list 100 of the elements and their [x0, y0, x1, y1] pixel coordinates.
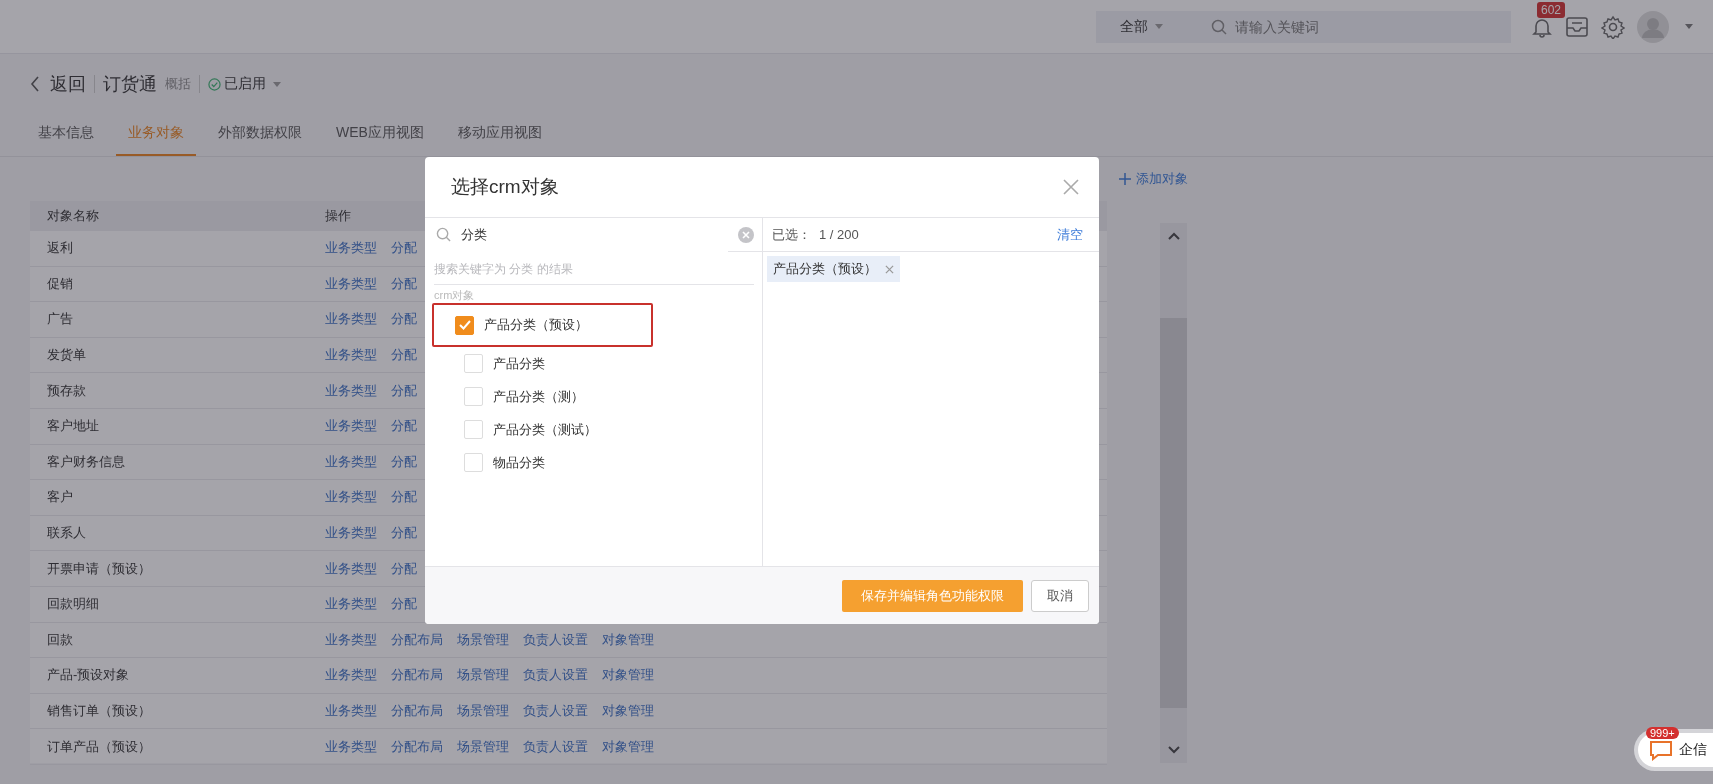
table-cell-text: 客户地址 — [46, 417, 100, 436]
search-icon — [1211, 18, 1227, 35]
tab[interactable]: WEB应用视图 — [324, 112, 436, 156]
action-link[interactable]: 场景管理 — [457, 666, 509, 685]
table-cell-text: 客户财务信息 — [46, 452, 126, 471]
checkbox[interactable] — [455, 315, 474, 335]
action-link[interactable]: 分配 — [391, 310, 417, 329]
option-item[interactable]: 产品分类 — [464, 354, 545, 373]
save-button[interactable]: 保存并编辑角色功能权限 — [842, 579, 1023, 612]
action-link[interactable]: 分配 — [391, 488, 417, 507]
table-cell-text: 广告 — [46, 310, 74, 329]
tab[interactable]: 外部数据权限 — [206, 112, 314, 156]
table-cell-text: 开票申请（预设） — [46, 559, 152, 578]
selected-count: 1 / 200 — [819, 227, 859, 242]
close-icon[interactable] — [1063, 179, 1079, 195]
inbox-icon[interactable] — [1565, 15, 1589, 38]
action-link[interactable]: 负责人设置 — [523, 737, 588, 756]
action-link[interactable]: 业务类型 — [325, 524, 377, 543]
clear-link[interactable]: 清空 — [1057, 225, 1083, 244]
action-link[interactable]: 场景管理 — [457, 702, 509, 720]
scrollbar[interactable] — [1160, 223, 1187, 763]
unread-badge: 999+ — [1646, 727, 1679, 739]
action-link[interactable]: 业务类型 — [325, 666, 377, 685]
table-cell-text: 回款 — [46, 630, 74, 649]
action-link[interactable]: 分配 — [391, 559, 417, 578]
column-header: 操作 — [325, 207, 351, 225]
chat-bubble-icon — [1648, 739, 1674, 761]
scroll-up-icon[interactable] — [1166, 231, 1181, 241]
status-dropdown[interactable]: 已启用 — [208, 75, 281, 93]
action-link[interactable]: 分配 — [391, 346, 417, 365]
tab[interactable]: 移动应用视图 — [445, 112, 554, 156]
table-cell-text: 促销 — [46, 274, 74, 293]
add-object-button[interactable]: 添加对象 — [1119, 170, 1188, 188]
selected-chip: 产品分类（预设） — [767, 256, 900, 282]
table-cell-text: 联系人 — [46, 524, 87, 543]
action-link[interactable]: 业务类型 — [325, 702, 377, 720]
action-link[interactable]: 对象管理 — [602, 737, 654, 756]
action-link[interactable]: 业务类型 — [325, 381, 377, 400]
table-cell-text: 销售订单（预设） — [46, 702, 152, 720]
table-cell-text: 回款明细 — [46, 595, 100, 614]
action-link[interactable]: 业务类型 — [325, 239, 377, 258]
back-button[interactable]: 返回 — [30, 72, 86, 96]
action-link[interactable]: 业务类型 — [325, 737, 377, 756]
action-link[interactable]: 分配布局 — [391, 666, 443, 685]
result-hint: 搜索关键字为 分类 的结果 — [433, 261, 574, 278]
action-link[interactable]: 负责人设置 — [523, 702, 588, 720]
table-cell-text: 发货单 — [46, 346, 87, 365]
action-link[interactable]: 分配 — [391, 274, 417, 293]
action-link[interactable]: 负责人设置 — [523, 630, 588, 649]
table-cell-text: 产品-预设对象 — [46, 666, 131, 685]
scroll-down-icon[interactable] — [1166, 745, 1181, 755]
action-link[interactable]: 分配 — [391, 524, 417, 543]
check-circle-icon — [208, 77, 221, 91]
option-item[interactable]: 产品分类（测试） — [464, 420, 597, 439]
action-link[interactable]: 业务类型 — [325, 346, 377, 365]
option-item[interactable]: 产品分类（预设） — [455, 315, 588, 335]
cancel-button[interactable]: 取消 — [1031, 579, 1089, 612]
chevron-left-icon — [30, 76, 40, 92]
settings-icon[interactable] — [1601, 14, 1625, 39]
action-link[interactable]: 业务类型 — [325, 310, 377, 329]
action-link[interactable]: 业务类型 — [325, 488, 377, 507]
action-link[interactable]: 场景管理 — [457, 630, 509, 649]
option-item[interactable]: 物品分类 — [464, 453, 545, 472]
action-link[interactable]: 对象管理 — [602, 630, 654, 649]
action-link[interactable]: 场景管理 — [457, 737, 509, 756]
clear-icon[interactable] — [738, 226, 754, 243]
action-link[interactable]: 分配 — [391, 239, 417, 258]
action-link[interactable]: 负责人设置 — [523, 666, 588, 685]
caret-icon[interactable] — [1685, 24, 1693, 29]
chat-widget[interactable]: 企信 999+ — [1634, 729, 1713, 771]
action-link[interactable]: 对象管理 — [602, 666, 654, 685]
action-link[interactable]: 分配 — [391, 452, 417, 471]
selected-label: 已选： — [772, 225, 811, 244]
dialog-title: 选择crm对象 — [451, 175, 559, 199]
action-link[interactable]: 业务类型 — [325, 630, 377, 649]
notification-badge: 602 — [1537, 1, 1566, 18]
table-cell-text: 订单产品（预设） — [46, 737, 152, 756]
search-field[interactable]: 请输入关键词 — [1187, 10, 1511, 43]
app-name: 订货通 — [103, 73, 157, 96]
remove-icon[interactable] — [885, 264, 894, 274]
action-link[interactable]: 业务类型 — [325, 559, 377, 578]
action-link[interactable]: 分配布局 — [391, 737, 443, 756]
action-link[interactable]: 分配 — [391, 417, 417, 436]
action-link[interactable]: 分配布局 — [391, 630, 443, 649]
action-link[interactable]: 业务类型 — [325, 452, 377, 471]
scope-dropdown[interactable]: 全部 — [1096, 10, 1187, 43]
action-link[interactable]: 分配 — [391, 595, 417, 614]
table-cell-text: 预存款 — [46, 381, 87, 400]
tab[interactable]: 业务对象 — [116, 112, 196, 156]
option-item[interactable]: 产品分类（测） — [464, 387, 584, 406]
action-link[interactable]: 对象管理 — [602, 702, 654, 720]
action-link[interactable]: 分配布局 — [391, 702, 443, 720]
action-link[interactable]: 业务类型 — [325, 595, 377, 614]
group-label: crm对象 — [434, 288, 475, 302]
action-link[interactable]: 业务类型 — [325, 417, 377, 436]
summary-link[interactable]: 概括 — [165, 75, 191, 93]
action-link[interactable]: 分配 — [391, 381, 417, 400]
action-link[interactable]: 业务类型 — [325, 274, 377, 293]
tab[interactable]: 基本信息 — [26, 112, 106, 156]
avatar-icon[interactable] — [1637, 10, 1669, 43]
